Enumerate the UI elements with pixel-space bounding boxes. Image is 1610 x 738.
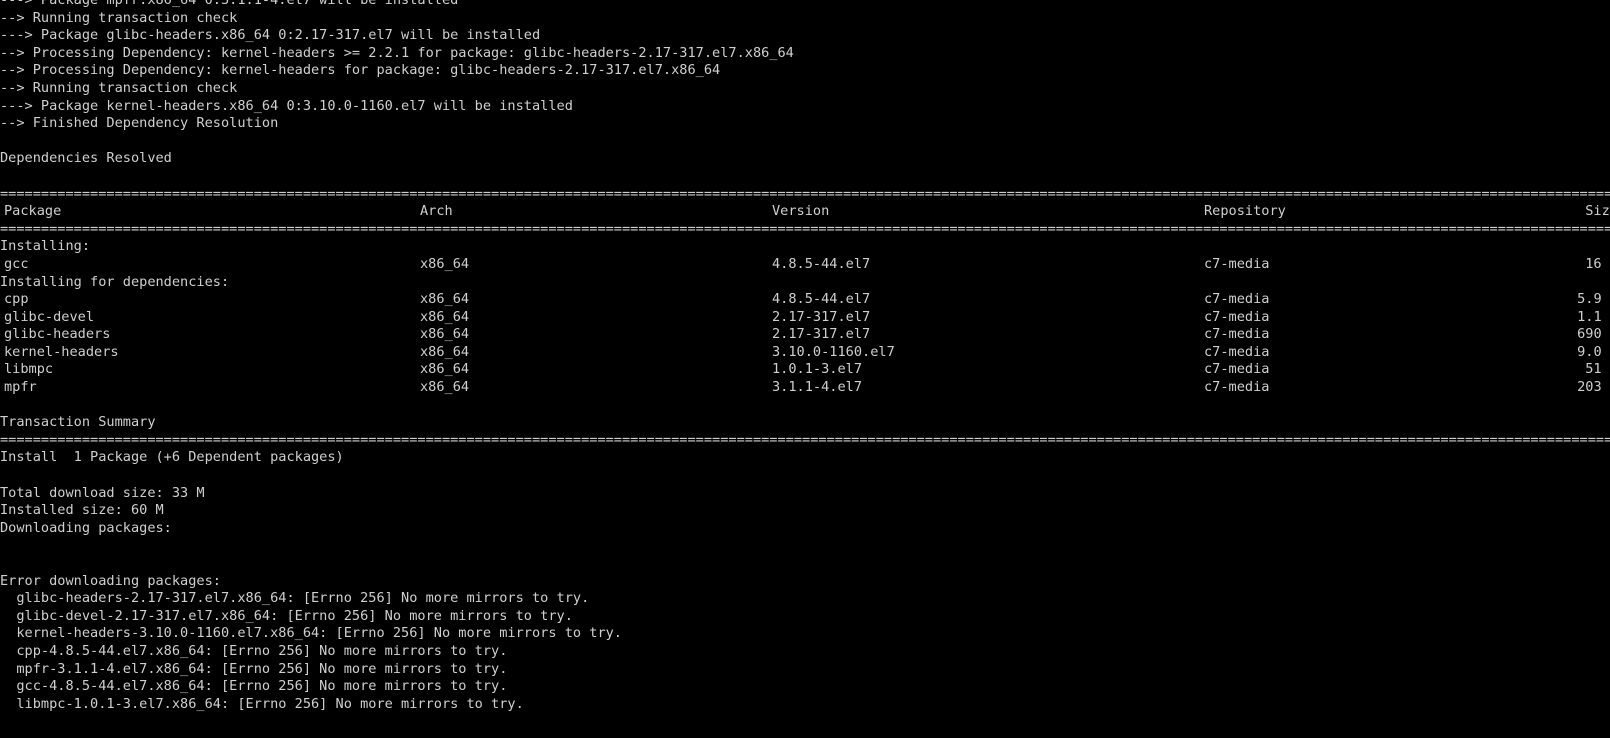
package-size: 690 k (1577, 326, 1610, 343)
error-line: cpp-4.8.5-44.el7.x86_64: [Errno 256] No … (0, 642, 508, 659)
log-line: --> Running transaction check (0, 9, 238, 26)
transaction-summary-title: Transaction Summary (0, 414, 156, 431)
package-repository: c7-media (1204, 361, 1270, 378)
error-line: kernel-headers-3.10.0-1160.el7.x86_64: [… (0, 625, 622, 642)
package-repository: c7-media (1204, 255, 1270, 272)
installing-list: gcc x86_64 4.8.5-44.el7 c7-media 16 M (0, 256, 1610, 274)
header-size: Size (1585, 203, 1610, 220)
error-line: libmpc-1.0.1-3.el7.x86_64: [Errno 256] N… (0, 695, 524, 712)
package-version: 3.1.1-4.el7 (772, 379, 863, 396)
table-row: mpfr x86_64 3.1.1-4.el7 c7-media 203 k (0, 379, 1610, 397)
package-repository: c7-media (1204, 379, 1270, 396)
log-line: --> Finished Dependency Resolution (0, 115, 279, 132)
terminal-output[interactable]: ---> Package mpfr.x86_64 0:3.1.1-4.el7 w… (0, 0, 1610, 738)
log-line: Dependencies Resolved (0, 150, 172, 167)
table-row: cpp x86_64 4.8.5-44.el7 c7-media 5.9 M (0, 291, 1610, 309)
table-row: libmpc x86_64 1.0.1-3.el7 c7-media 51 k (0, 361, 1610, 379)
package-arch: x86_64 (420, 361, 470, 378)
package-version: 2.17-317.el7 (772, 326, 871, 343)
package-size: 203 k (1577, 379, 1610, 396)
package-repository: c7-media (1204, 308, 1270, 325)
package-size: 51 k (1585, 361, 1610, 378)
package-name: kernel-headers (4, 343, 119, 360)
installing-label: Installing: (0, 238, 91, 255)
package-version: 3.10.0-1160.el7 (772, 343, 895, 360)
installed-size: Installed size: 60 M (0, 502, 164, 519)
package-size: 5.9 M (1577, 291, 1610, 308)
summary-rule: ========================================… (0, 431, 1610, 448)
package-arch: x86_64 (420, 255, 470, 272)
package-repository: c7-media (1204, 343, 1270, 360)
total-download-size: Total download size: 33 M (0, 484, 205, 501)
log-line: ---> Package mpfr.x86_64 0:3.1.1-4.el7 w… (0, 0, 459, 8)
table-header-rule: ========================================… (0, 220, 1610, 237)
package-arch: x86_64 (420, 343, 470, 360)
header-repository: Repository (1204, 203, 1286, 220)
package-version: 2.17-317.el7 (772, 308, 871, 325)
package-arch: x86_64 (420, 291, 470, 308)
package-name: gcc (4, 255, 29, 272)
package-arch: x86_64 (420, 326, 470, 343)
error-title: Error downloading packages: (0, 572, 221, 589)
package-name: mpfr (4, 379, 37, 396)
package-size: 1.1 M (1577, 308, 1610, 325)
header-arch: Arch (420, 203, 453, 220)
log-line: --> Processing Dependency: kernel-header… (0, 62, 721, 79)
error-line: mpfr-3.1.1-4.el7.x86_64: [Errno 256] No … (0, 660, 508, 677)
downloading-packages: Downloading packages: (0, 519, 172, 536)
table-header-row: Package Arch Version Repository Size (0, 203, 1610, 221)
header-version: Version (772, 203, 830, 220)
package-version: 1.0.1-3.el7 (772, 361, 863, 378)
yum-resolution-log: ---> Package mpfr.x86_64 0:3.1.1-4.el7 w… (0, 0, 1610, 186)
dependencies-label: Installing for dependencies: (0, 273, 230, 290)
error-line: glibc-headers-2.17-317.el7.x86_64: [Errn… (0, 590, 590, 607)
header-package: Package (4, 203, 62, 220)
dependency-list: cppx86_644.8.5-44.el7c7-media5.9 Mglibc-… (0, 291, 1610, 397)
log-line: --> Running transaction check (0, 79, 238, 96)
package-name: libmpc (4, 361, 54, 378)
package-version: 4.8.5-44.el7 (772, 291, 871, 308)
package-repository: c7-media (1204, 291, 1270, 308)
table-row: glibc-devel x86_64 2.17-317.el7 c7-media 1.1… (0, 309, 1610, 327)
table-row: glibc-headers x86_64 2.17-317.el7 c7-media 6… (0, 326, 1610, 344)
package-repository: c7-media (1204, 326, 1270, 343)
package-name: glibc-devel (4, 308, 95, 325)
table-top-rule: ========================================… (0, 185, 1610, 202)
log-line: ---> Package glibc-headers.x86_64 0:2.17… (0, 27, 541, 44)
table-row: kernel-headers x86_64 3.10.0-1160.el7 c7-me… (0, 344, 1610, 362)
table-row: gcc x86_64 4.8.5-44.el7 c7-media 16 M (0, 256, 1610, 274)
package-arch: x86_64 (420, 379, 470, 396)
package-name: glibc-headers (4, 326, 111, 343)
install-summary-line: Install 1 Package (+6 Dependent packages… (0, 449, 344, 466)
error-line: glibc-devel-2.17-317.el7.x86_64: [Errno … (0, 607, 573, 624)
package-size: 9.0 M (1577, 343, 1610, 360)
log-line: --> Processing Dependency: kernel-header… (0, 44, 794, 61)
package-version: 4.8.5-44.el7 (772, 255, 871, 272)
package-size: 16 M (1585, 255, 1610, 272)
package-arch: x86_64 (420, 308, 470, 325)
log-line: ---> Package kernel-headers.x86_64 0:3.1… (0, 97, 573, 114)
error-list: glibc-headers-2.17-317.el7.x86_64: [Errn… (0, 590, 1610, 713)
package-name: cpp (4, 291, 29, 308)
error-line: gcc-4.8.5-44.el7.x86_64: [Errno 256] No … (0, 678, 508, 695)
